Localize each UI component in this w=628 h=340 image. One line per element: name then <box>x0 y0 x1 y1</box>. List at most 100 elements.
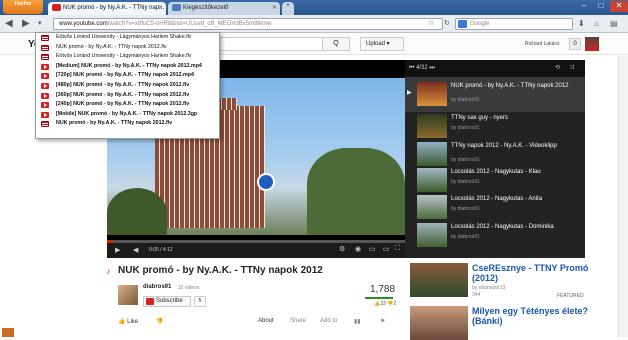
upload-label: Upload <box>366 41 386 47</box>
playlist-thumbnail <box>417 114 447 138</box>
related-video[interactable]: Milyen egy Tétényes élete? (Bánki) <box>410 306 590 340</box>
related-views: 344 <box>472 292 481 298</box>
download-menu-item[interactable]: Eötvös Loránd University - Lágymányos Ha… <box>36 52 219 62</box>
quality-icon[interactable]: ◉ <box>355 245 361 253</box>
back-icon[interactable]: ◀ <box>5 18 13 30</box>
loop-icon[interactable]: ⟲ <box>555 60 560 77</box>
flag-report-icon[interactable]: ⚑ <box>380 318 385 325</box>
like-label: Like <box>127 319 139 325</box>
firefox-menu-button[interactable]: Firefox <box>3 0 43 14</box>
youtube-icon <box>41 63 49 70</box>
stats-icon[interactable]: ▮▮ <box>354 318 361 325</box>
channel-name[interactable]: diabros91 <box>143 284 171 290</box>
fullscreen-icon[interactable]: ⛶ <box>395 245 400 253</box>
download-menu-item[interactable]: [Medium] NUK promó - by Ny.A.K. - TTNy n… <box>36 62 219 72</box>
playlist-item-author: by diabros91 <box>451 234 480 240</box>
close-tab-icon[interactable]: ✕ <box>272 4 277 13</box>
forward-icon[interactable]: ▶ <box>22 18 30 30</box>
like-count: 33 <box>380 301 386 307</box>
youtube-icon <box>41 102 49 109</box>
menu-item-label: [720p] NUK promó - by Ny.A.K. - TTNy nap… <box>56 72 194 79</box>
maximize-button[interactable]: □ <box>593 1 609 12</box>
playlist-item-title: NUK promó - by Ny.A.K. - TTNy napok 2012 <box>451 83 569 89</box>
related-thumbnail <box>410 263 468 297</box>
playlist-item-author: by diabros91 <box>451 125 480 131</box>
subscriber-count: 5 <box>194 296 206 307</box>
download-menu-item[interactable]: [360p] NUK promó - by Ny.A.K. - TTNy nap… <box>36 91 219 101</box>
download-menu-item[interactable]: Eötvös Loránd University - Lágymányos Ha… <box>36 33 219 43</box>
youtube-icon <box>41 92 49 99</box>
download-menu-item[interactable]: NUK promó - by Ny.A.K. - TTNy napok 2012… <box>36 43 219 53</box>
annotations-icon[interactable]: ▭ <box>369 245 376 253</box>
tab-youtube-video[interactable]: NUK promó - by Ny.A.K. - TTNy nap... ✕ <box>48 2 166 15</box>
subscribe-button[interactable]: Subscribe <box>143 296 191 307</box>
thumbs-up-icon: 👍 <box>118 319 128 325</box>
puzzle-icon <box>172 4 181 11</box>
related-thumbnail <box>410 306 468 340</box>
like-button[interactable]: 👍 Like <box>118 318 138 325</box>
tab-add-to[interactable]: Add to <box>320 318 337 324</box>
tab-share[interactable]: Share <box>290 318 306 324</box>
menu-item-label: Eötvös Loránd University - Lágymányos Ha… <box>56 53 192 60</box>
close-tab-icon[interactable]: ✕ <box>158 4 163 13</box>
menu-item-label: Eötvös Loránd University - Lágymányos Ha… <box>56 34 192 40</box>
bookmark-star-icon[interactable]: ☆ <box>428 18 434 30</box>
youtube-search-button[interactable]: Q <box>322 37 350 51</box>
download-icon[interactable]: ⬇ <box>578 18 585 30</box>
close-window-button[interactable]: ✕ <box>610 1 628 12</box>
taskbar-icon[interactable] <box>2 328 14 337</box>
channel-video-count[interactable]: 32 videos <box>178 285 199 291</box>
view-count: 1,788 <box>370 284 396 295</box>
web-search-input[interactable]: Google <box>455 18 573 30</box>
history-dropdown-icon[interactable]: ▾ <box>38 18 42 30</box>
play-icon[interactable]: ▶ <box>115 246 120 254</box>
google-icon <box>458 20 467 28</box>
menu-item-label: NUK promó - by Ny.A.K. - TTNy napok 2012… <box>56 120 173 127</box>
download-menu-item[interactable]: [720p] NUK promó - by Ny.A.K. - TTNy nap… <box>36 71 219 81</box>
user-name[interactable]: Richard Lukács <box>525 41 559 47</box>
dislike-button[interactable]: 👎 <box>156 318 163 325</box>
playlist-item[interactable]: Locsolás 2012 - Nagykutas - Dominika by … <box>405 218 585 253</box>
youtube-favicon-icon <box>52 4 61 11</box>
url-path: /watch?v=x8fuC5-nHR8&list=UUsvd_cB_MEOVd… <box>107 21 272 27</box>
minimize-button[interactable]: – <box>576 1 592 12</box>
bookmarks-menu-icon[interactable]: ▤ <box>610 18 618 30</box>
download-menu-item[interactable]: NUK promó - by Ny.A.K. - TTNy napok 2012… <box>36 119 219 129</box>
volume-icon[interactable]: ◀ <box>133 246 138 254</box>
settings-icon[interactable]: ⚙ <box>339 245 345 253</box>
notifications-badge[interactable]: 0 <box>569 38 581 50</box>
download-menu-item[interactable]: [240p] NUK promó - by Ny.A.K. - TTNy nap… <box>36 100 219 110</box>
theater-icon[interactable]: ▭ <box>383 245 390 253</box>
dislike-count: 2 <box>393 301 397 307</box>
menu-item-label: [480p] NUK promó - by Ny.A.K. - TTNy nap… <box>56 81 190 88</box>
playlist-item[interactable]: ▶ NUK promó - by Ny.A.K. - TTNy napok 20… <box>405 77 585 112</box>
url-bar[interactable]: www.youtube.com/watch?v=x8fuC5-nHR8&list… <box>53 18 443 30</box>
download-menu-item[interactable]: [Mobile] NUK promó - by Ny.A.K. - TTNy n… <box>36 110 219 120</box>
channel-avatar[interactable] <box>118 285 138 305</box>
flag-icon <box>41 54 49 61</box>
progress-bar[interactable] <box>107 240 405 243</box>
playlist-icon: ♪ <box>106 266 111 276</box>
scrollbar[interactable] <box>618 56 628 337</box>
tab-label: NUK promó - by Ny.A.K. - TTNy nap... <box>63 5 165 12</box>
featured-badge: FEATURED <box>557 293 584 299</box>
youtube-icon <box>41 111 49 118</box>
shuffle-icon[interactable]: ⤨ <box>569 60 574 77</box>
now-playing-icon: ▶ <box>407 90 412 96</box>
playlist-thumbnail <box>417 223 447 247</box>
upload-button[interactable]: Upload ▾ <box>360 37 404 51</box>
flag-icon <box>41 44 49 51</box>
tab-addons-manager[interactable]: Kiegészítőkezelő ✕ <box>168 2 280 15</box>
playlist-item-title: TTNy napok 2012 - Ny.A.K. - Videoklipp <box>451 143 557 149</box>
download-menu-item[interactable]: [480p] NUK promó - by Ny.A.K. - TTNy nap… <box>36 81 219 91</box>
related-title: CseREsznye - TTNY Promó (2012) <box>472 263 589 283</box>
next-icon[interactable]: ⏭ <box>428 65 434 71</box>
avatar[interactable] <box>585 37 599 51</box>
new-tab-button[interactable]: + <box>282 2 294 15</box>
home-icon[interactable]: ⌂ <box>594 18 599 30</box>
reload-icon[interactable]: ↻ <box>444 18 450 30</box>
playlist-item-title: TTNy sax guy - nyers <box>451 115 509 121</box>
navigation-toolbar: ◀ ▶ ▾ www.youtube.com/watch?v=x8fuC5-nHR… <box>0 15 628 33</box>
tab-about[interactable]: About <box>258 318 274 324</box>
related-author: by ebanador13 <box>472 285 506 291</box>
